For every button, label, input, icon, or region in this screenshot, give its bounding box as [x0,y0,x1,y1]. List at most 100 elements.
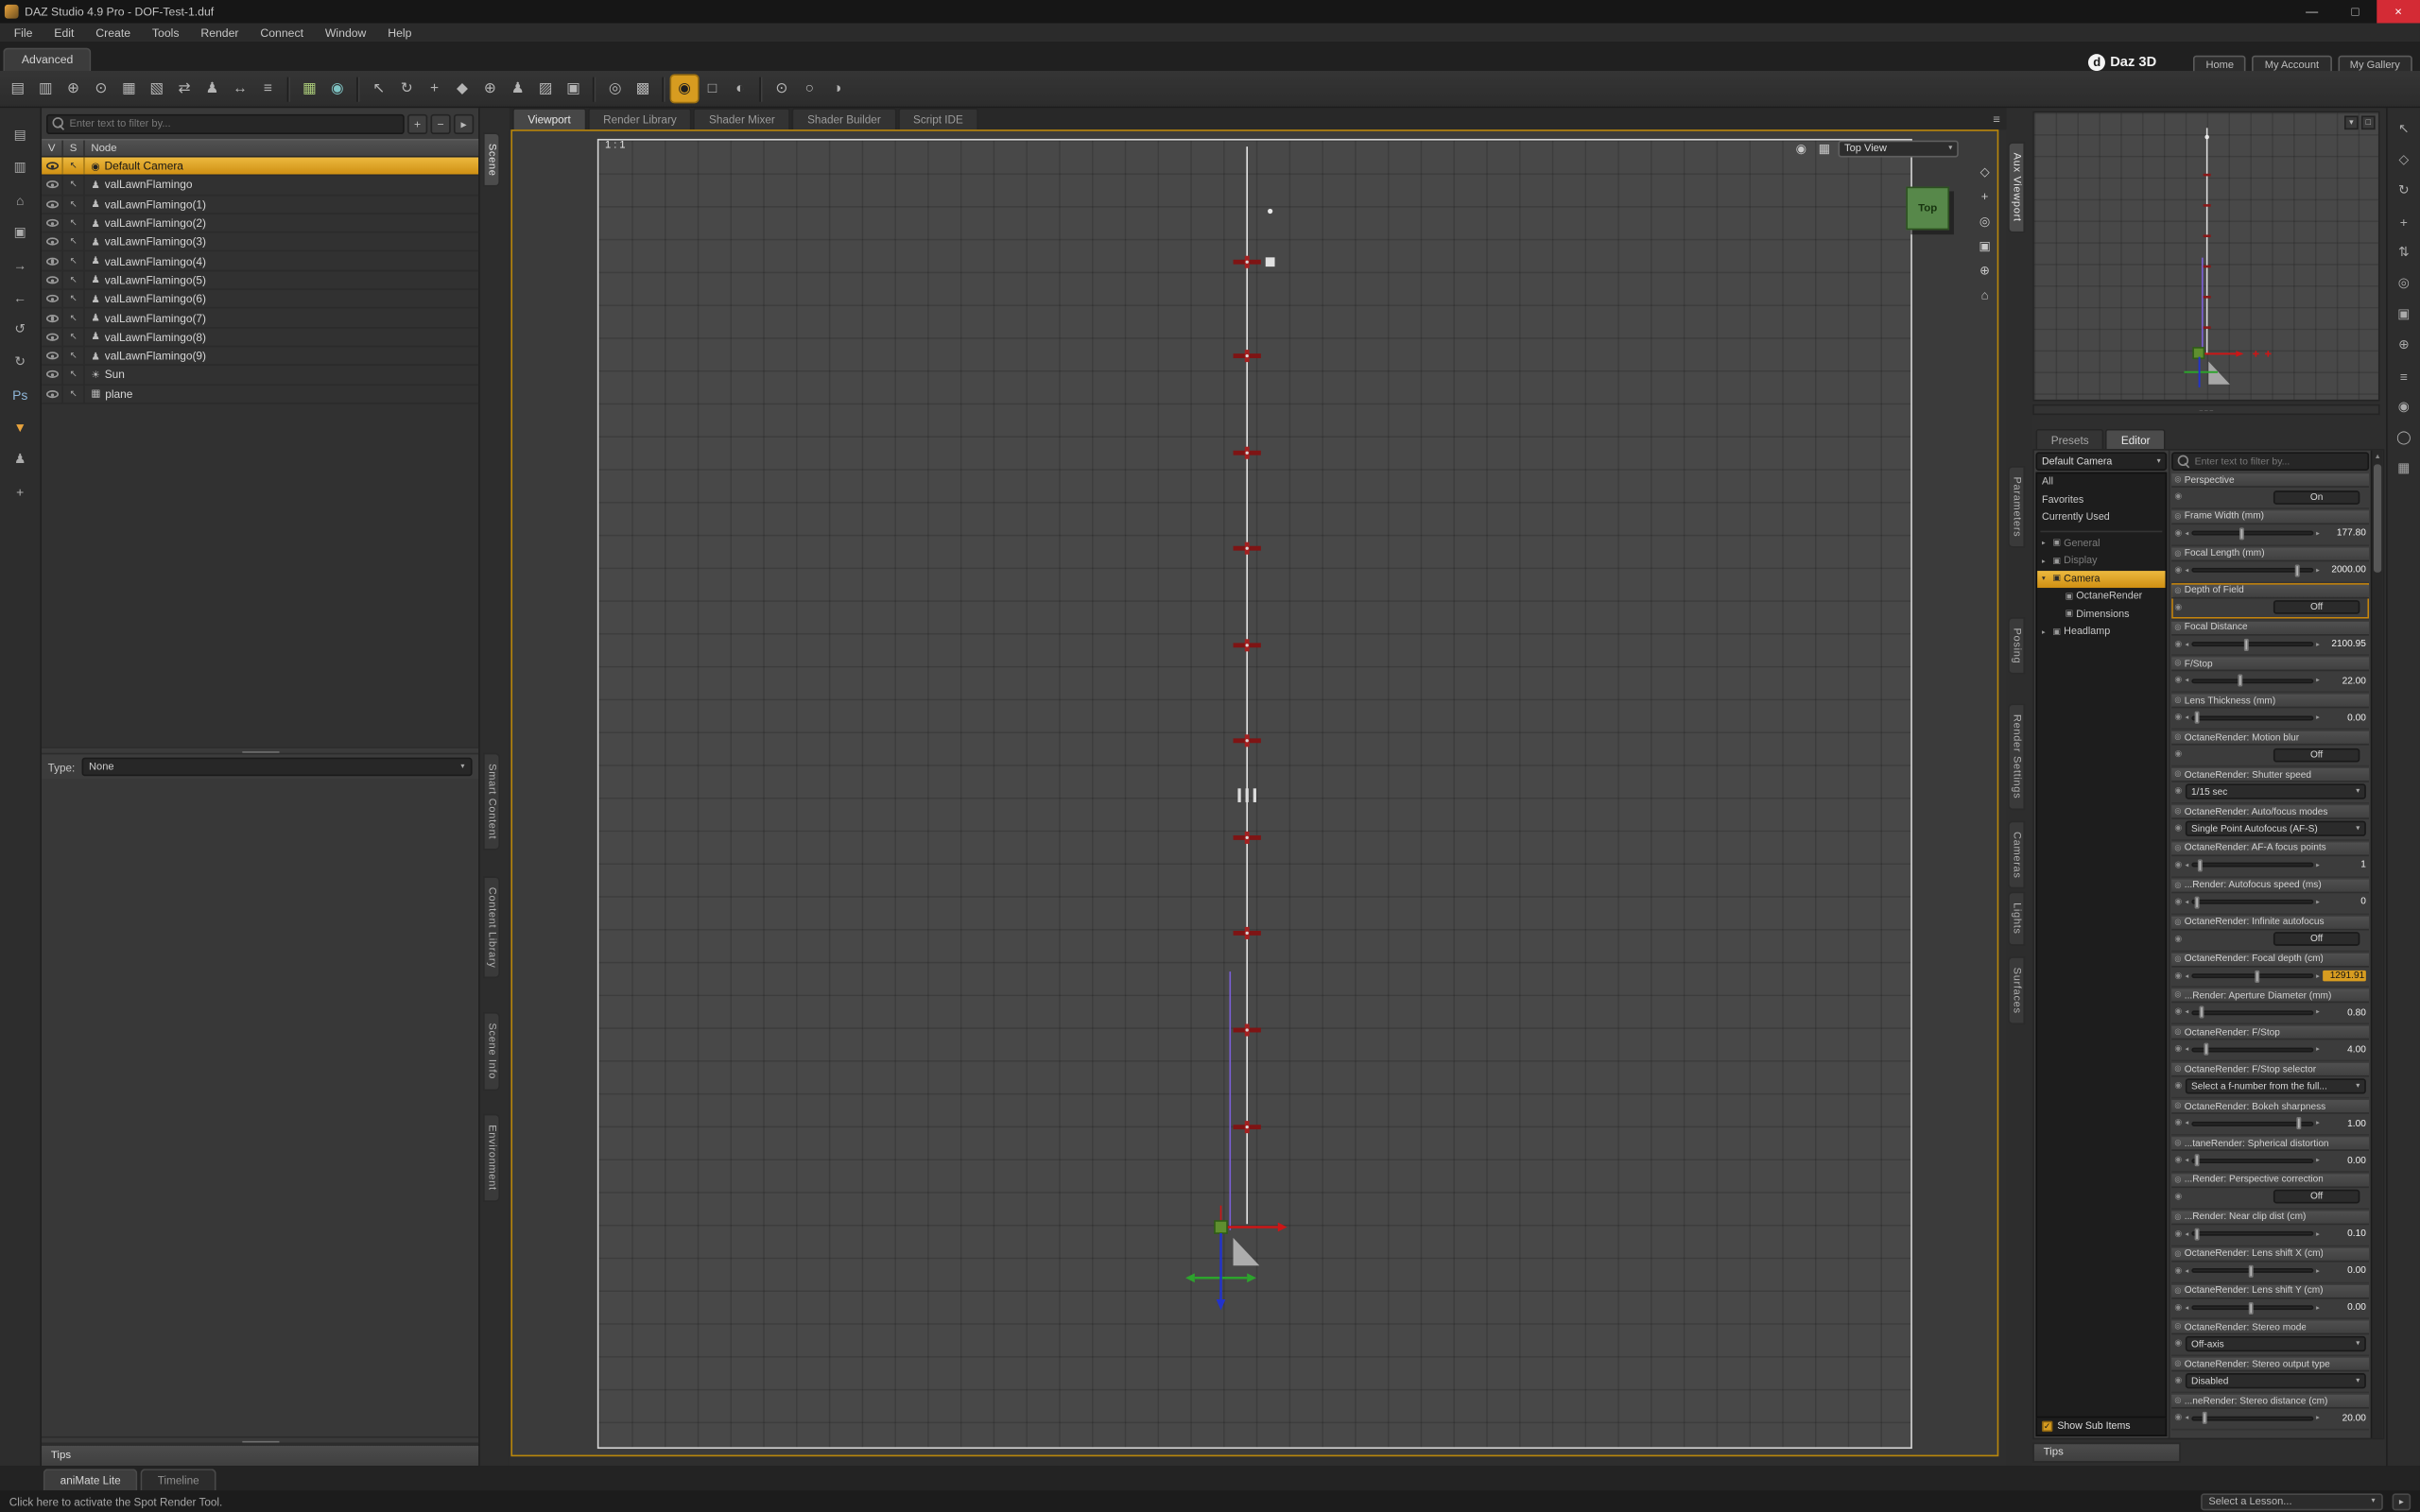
param-value[interactable]: 0.10 [2323,1228,2366,1239]
pan-view-icon[interactable]: + [2392,210,2416,232]
param-value[interactable]: 2000.00 [2323,565,2366,576]
slider-dec-icon[interactable]: ◂ [2186,566,2189,576]
param-dropdown[interactable]: Select a f-number from the full...▾ [2186,1079,2366,1094]
perspective-sphere-icon[interactable]: ◉ [324,76,351,102]
selection-cell[interactable]: ↖ [63,290,85,307]
gear-icon[interactable]: ◎ [2174,1360,2181,1369]
pan-view-icon[interactable]: + [1976,187,1995,206]
param-dropdown[interactable]: Disabled▾ [2186,1374,2366,1389]
selection-cell[interactable]: ↖ [63,309,85,326]
dial-icon[interactable]: ◉ [2174,529,2182,539]
slider-thumb[interactable] [2195,712,2200,724]
slider-thumb[interactable] [2239,527,2244,540]
slider-dec-icon[interactable]: ◂ [2186,1303,2189,1313]
gear-icon[interactable]: ◎ [2174,881,2181,890]
side-tab-environment[interactable]: Environment [483,1114,500,1201]
render-settings-icon[interactable]: ⊙ [769,76,795,102]
slider-inc-icon[interactable]: ▸ [2316,898,2320,907]
slider-inc-icon[interactable]: ▸ [2316,971,2320,981]
aim-view-icon[interactable]: ⊕ [2392,334,2416,356]
remove-filter-button[interactable]: − [431,113,451,133]
slider-inc-icon[interactable]: ▸ [2316,713,2320,723]
parameters-scrollbar[interactable]: ▲ [2371,451,2383,1438]
side-tab-surfaces[interactable]: Surfaces [2008,956,2025,1024]
joint-editor-icon[interactable]: ⊙ [88,76,114,102]
scene-node-row[interactable]: ↖▦plane [42,385,478,404]
gear-icon[interactable]: ◎ [2174,660,2181,669]
dial-icon[interactable]: ◉ [2174,898,2182,907]
slider-thumb[interactable] [2202,1412,2206,1424]
close-button[interactable]: × [2377,0,2420,23]
tips-bar[interactable]: Tips [42,1444,478,1466]
pane-menu-icon[interactable]: ≡ [2392,364,2416,387]
param-group-dimensions[interactable]: ▣Dimensions [2037,606,2166,624]
viewport-canvas[interactable] [597,139,1912,1449]
node-selection-tool-icon[interactable]: ↖ [366,76,392,102]
menu-file[interactable]: File [3,26,43,40]
dial-icon[interactable]: ◉ [2174,566,2182,576]
side-tab-lights[interactable]: Lights [2008,892,2025,945]
dial-icon[interactable]: ◉ [2174,713,2182,723]
aux-viewport-icon[interactable]: □ [700,76,726,102]
gear-icon[interactable]: ◎ [2174,733,2181,743]
dial-icon[interactable]: ◉ [2174,492,2182,502]
scroll-up-icon[interactable]: ▲ [2374,452,2380,461]
scene-node-row[interactable]: ↖♟valLawnFlamingo(3) [42,233,478,252]
menu-render[interactable]: Render [190,26,250,40]
slider-dec-icon[interactable]: ◂ [2186,1156,2189,1165]
grid-snap-icon[interactable]: ▦ [296,76,322,102]
frame-view-icon[interactable]: ▣ [2392,302,2416,325]
slider-track[interactable] [2191,568,2312,573]
aim-view-icon[interactable]: ⊕ [1976,261,1995,280]
selection-cell[interactable]: ↖ [63,252,85,269]
slider-dec-icon[interactable]: ◂ [2186,1119,2189,1128]
slider-dec-icon[interactable]: ◂ [2186,971,2189,981]
eye-icon[interactable] [45,314,58,321]
param-group-camera[interactable]: ▾▣Camera [2037,570,2166,588]
param-dropdown[interactable]: 1/15 sec▾ [2186,784,2366,799]
scene-node-row[interactable]: ↖♟valLawnFlamingo(6) [42,290,478,309]
slider-track[interactable] [2191,1268,2312,1273]
render-icon[interactable]: ◐ [727,76,753,102]
slider-track[interactable] [2191,973,2312,978]
eye-icon[interactable] [45,370,58,378]
param-value[interactable]: 0.00 [2323,713,2366,723]
bottom-tab-animate-lite[interactable]: aniMate Lite [43,1469,138,1490]
param-group-octanerender[interactable]: ▣OctaneRender [2037,588,2166,606]
viewport[interactable]: 1 : 1 ◉▦ Top View ▾ Top ◇+◎▣⊕⌂ [510,129,1998,1456]
gear-icon[interactable]: ◎ [2174,586,2181,595]
param-value[interactable]: 0.80 [2323,1007,2366,1018]
selection-cell[interactable]: ↖ [63,385,85,402]
eye-icon[interactable] [45,276,58,284]
eye-icon[interactable] [45,219,58,227]
slider-dec-icon[interactable]: ◂ [2186,1045,2189,1055]
new-node-icon[interactable]: ⊕ [60,76,87,102]
save-icon[interactable]: ▣ [8,220,32,243]
side-tab-posing[interactable]: Posing [2008,617,2025,675]
slider-track[interactable] [2191,679,2312,683]
slider-thumb[interactable] [2197,859,2202,871]
gear-icon[interactable]: ◎ [2174,991,2181,1001]
weight-map-brush-icon[interactable]: ◎ [602,76,629,102]
spot-render-tool-icon[interactable]: ◉ [671,76,698,102]
scene-node-row[interactable]: ↖☀Sun [42,366,478,385]
param-value[interactable]: 0.00 [2323,1155,2366,1165]
frame-view-icon[interactable]: ▣ [1976,236,1995,255]
add-filter-button[interactable]: + [407,113,427,133]
geometry-editor-tool-icon[interactable]: ▩ [630,76,656,102]
param-value[interactable]: 1 [2323,860,2366,870]
scene-node-row[interactable]: ↖♟valLawnFlamingo(8) [42,328,478,347]
gear-icon[interactable]: ◎ [2174,918,2181,927]
visibility-cell[interactable] [42,158,63,175]
dial-icon[interactable]: ◉ [2174,1156,2182,1165]
panel-splitter[interactable] [42,1436,478,1444]
param-value[interactable]: 22.00 [2323,676,2366,686]
param-group-general[interactable]: ▸▣General [2037,535,2166,553]
slider-track[interactable] [2191,1416,2312,1420]
parameter-scope-select[interactable]: Default Camera ▾ [2035,452,2167,471]
iray-preview-icon[interactable]: ◑ [824,76,851,102]
geometry-editor-icon[interactable]: ▦ [115,76,142,102]
scene-node-row[interactable]: ↖♟valLawnFlamingo(4) [42,252,478,271]
aux-options-icon[interactable]: ▾ [2344,115,2359,129]
undo-icon[interactable]: ↺ [8,318,32,340]
